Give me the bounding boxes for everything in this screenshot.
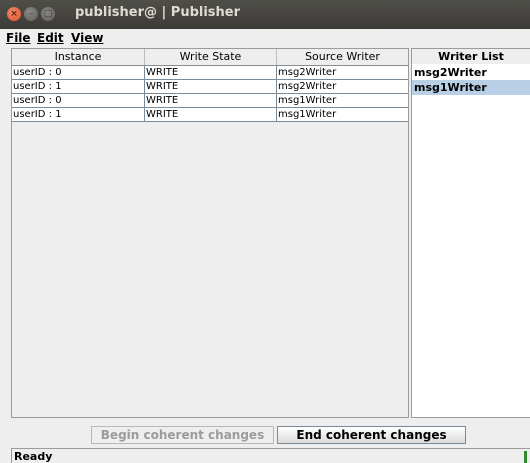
begin-coherent-changes-button[interactable]: Begin coherent changes (91, 426, 274, 444)
cell-write-state: WRITE (145, 94, 277, 107)
status-indicator (524, 451, 527, 463)
menu-edit[interactable]: Edit (37, 31, 64, 45)
cell-write-state: WRITE (145, 66, 277, 79)
maximize-window-icon[interactable]: □ (41, 7, 55, 21)
menu-file[interactable]: File (6, 31, 31, 45)
end-coherent-changes-button[interactable]: End coherent changes (277, 426, 466, 444)
cell-source-writer: msg1Writer (278, 109, 337, 120)
title-bar: × – □ publisher@ | Publisher (0, 0, 530, 29)
status-text: Ready (14, 450, 53, 463)
column-header-source-writer[interactable]: Source Writer (277, 49, 408, 65)
cell-write-state: WRITE (145, 80, 277, 93)
table-row[interactable]: userID : 0 WRITE msg2Writer (12, 66, 408, 80)
cell-instance: userID : 1 (12, 80, 145, 93)
close-window-icon[interactable]: × (7, 7, 21, 21)
writer-list-item-selected[interactable]: msg1Writer (412, 80, 530, 95)
cell-instance: userID : 1 (12, 108, 145, 121)
cell-source-writer: msg2Writer (278, 67, 337, 78)
cell-instance: userID : 0 (12, 66, 145, 79)
table-row[interactable]: userID : 1 WRITE msg2Writer (12, 80, 408, 94)
column-header-write-state[interactable]: Write State (145, 49, 277, 65)
instance-table-body: userID : 0 WRITE msg2Writer userID : 1 W… (12, 66, 408, 122)
writer-list-panel: Writer List msg2Writer msg1Writer (411, 48, 530, 418)
cell-source-writer: msg1Writer (278, 95, 337, 106)
cell-instance: userID : 0 (12, 94, 145, 107)
menu-view[interactable]: View (71, 31, 103, 45)
writer-list-item[interactable]: msg2Writer (412, 65, 530, 80)
writer-list-header: Writer List (412, 49, 530, 64)
column-header-instance[interactable]: Instance (12, 49, 145, 65)
cell-write-state: WRITE (145, 108, 277, 121)
table-row[interactable]: userID : 1 WRITE msg1Writer (12, 108, 408, 122)
minimize-window-icon[interactable]: – (24, 7, 38, 21)
instance-table-panel: Instance Write State Source Writer userI… (11, 48, 409, 418)
status-bar: Ready (11, 448, 530, 463)
menu-bar: File Edit View (0, 29, 530, 46)
instance-table-header: Instance Write State Source Writer (12, 49, 408, 66)
window-title: publisher@ | Publisher (75, 5, 241, 20)
cell-source-writer: msg2Writer (278, 81, 337, 92)
table-row[interactable]: userID : 0 WRITE msg1Writer (12, 94, 408, 108)
